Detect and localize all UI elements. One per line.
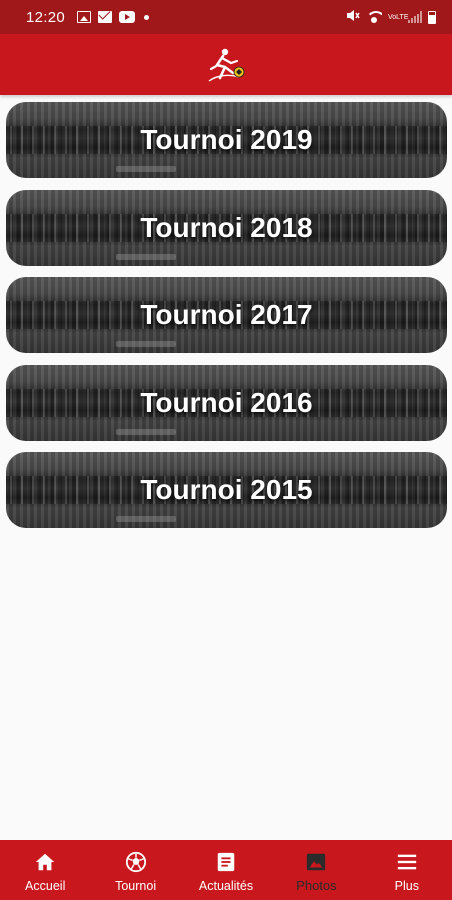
tournament-list: Tournoi 2019 Tournoi 2018 Tournoi 2017 T… [6,102,447,540]
tournament-card-title: Tournoi 2015 [140,474,313,505]
status-bar: 12:20 VoLTE [0,0,452,34]
bottom-nav: Accueil Tournoi Actualités Photos Plus [0,840,452,900]
status-time: 12:20 [26,8,66,26]
photo-icon [307,853,326,871]
nav-label: Tournoi [115,879,157,893]
nav-item-actualites[interactable]: Actualités [181,840,271,900]
mail-icon [98,11,113,23]
mute-icon [346,9,360,25]
tournament-card-2015[interactable]: Tournoi 2015 [6,452,447,528]
nav-label: Accueil [25,879,66,893]
news-icon [217,852,235,872]
battery-icon [428,10,436,24]
tournament-card-title: Tournoi 2016 [140,386,313,418]
home-icon [36,853,55,871]
tournament-card-title: Tournoi 2017 [140,299,313,330]
tournament-card-2018[interactable]: Tournoi 2018 [6,189,447,266]
app-header [0,34,452,95]
notification-icons [77,11,150,23]
tournament-card-title: Tournoi 2019 [140,124,313,155]
soccer-ball-icon [125,851,146,873]
nav-item-tournoi[interactable]: Tournoi [90,840,180,900]
menu-icon [397,854,416,870]
tournament-card-2019[interactable]: Tournoi 2019 [6,102,447,178]
tournament-card-2016[interactable]: Tournoi 2016 [6,364,447,441]
youtube-icon [119,11,136,23]
dot-icon [144,14,150,20]
volte-icon: VoLTE [388,13,409,21]
nav-item-plus[interactable]: Plus [362,840,452,900]
nav-item-accueil[interactable]: Accueil [0,840,90,900]
nav-label: Actualités [198,879,254,893]
image-icon [77,11,92,23]
signal-icon [408,11,422,23]
tournament-card-title: Tournoi 2018 [140,211,313,243]
system-icons: VoLTE [346,9,436,25]
tournament-card-2017[interactable]: Tournoi 2017 [6,277,447,353]
football-player-logo [208,48,245,82]
nav-label: Plus [394,879,419,893]
nav-label: Photos [296,878,337,893]
nav-item-photos[interactable]: Photos [271,840,361,900]
wifi-icon [366,11,382,23]
